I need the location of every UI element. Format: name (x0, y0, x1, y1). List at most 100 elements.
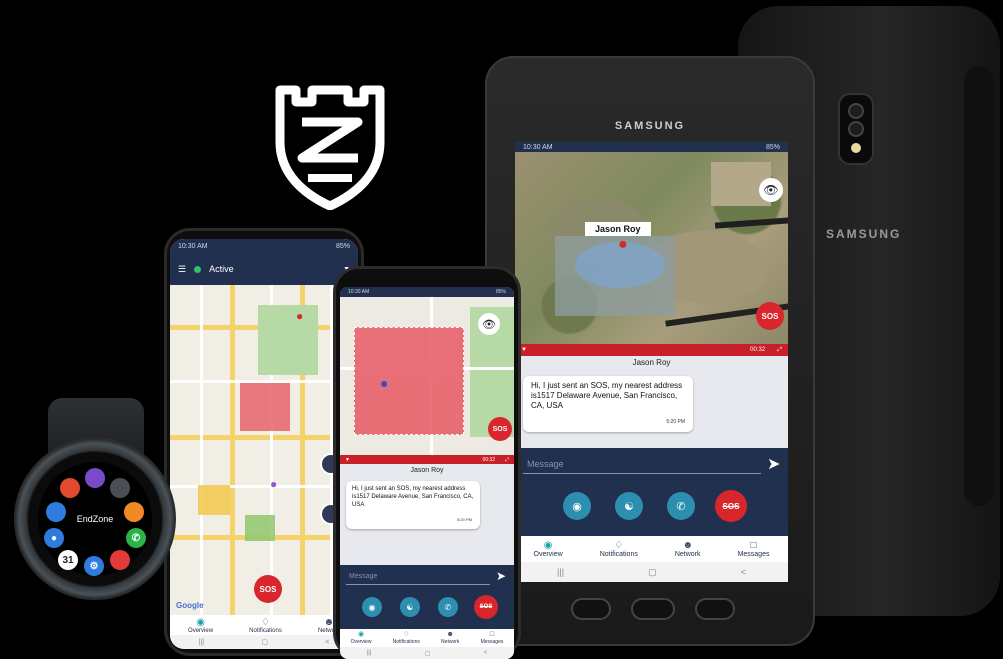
back-icon[interactable]: < (741, 567, 746, 577)
geofence-zone[interactable] (354, 327, 464, 435)
phone-icon[interactable]: ✆ (126, 528, 146, 548)
phone-left-statusbar: 10:30 AM 85% (170, 239, 358, 253)
recents-icon[interactable]: ||| (557, 567, 564, 577)
back-icon[interactable]: < (484, 650, 488, 656)
tablet-device: SAMSUNG 10:30 AM 85% Jason Roy ● 👁 SOS ▼… (485, 56, 815, 646)
map-sos-button[interactable]: SOS (254, 575, 282, 603)
message-time: 5:20 PM (666, 419, 685, 425)
location-pin-icon: ◉ (196, 616, 205, 628)
call-button[interactable]: ✆ (438, 597, 458, 617)
recents-icon[interactable]: ||| (199, 639, 204, 646)
status-label: Active (209, 264, 234, 274)
nav-messages[interactable]: □ Messages (481, 631, 504, 645)
contact-name: Jason Roy (632, 358, 671, 367)
message-input[interactable]: Message (346, 571, 490, 585)
chevron-down-icon[interactable]: ▼ (521, 347, 527, 353)
menu-icon[interactable]: ☰ (178, 264, 186, 275)
bell-icon: ♢ (403, 631, 410, 638)
compose-panel: Message ➤ ◉ ☯ ✆ SOS (515, 448, 788, 536)
cancel-sos-button[interactable]: SOS (474, 595, 498, 619)
message-bubble: Hi, I just sent an SOS, my nearest addre… (346, 481, 480, 529)
audio-button[interactable]: ☯ (400, 597, 420, 617)
message-bubble: Hi, I just sent an SOS, my nearest addre… (523, 376, 693, 432)
phone-mid-system-nav: ||| ▢ < (340, 647, 514, 659)
person-marker-icon: ● (296, 309, 304, 323)
tablet-statusbar: 10:30 AM 85% (515, 142, 788, 152)
nav-network[interactable]: ☻ Network (441, 631, 459, 645)
contact-name: Jason Roy (410, 467, 444, 474)
app-icon[interactable] (124, 502, 144, 522)
person-marker-icon: ● (380, 375, 389, 391)
map-sos-button[interactable]: SOS (488, 417, 512, 441)
cancel-sos-button[interactable]: SOS (715, 490, 747, 522)
map-sos-button[interactable]: SOS (756, 302, 784, 330)
chat-bubble-icon: □ (750, 540, 757, 551)
calendar-icon[interactable]: 31 (58, 550, 78, 570)
message-time: 5:20 PM (457, 517, 472, 522)
phone-mid-map[interactable]: ● 👁 SOS (340, 297, 514, 455)
message-text: Hi, I just sent an SOS, my nearest addre… (531, 381, 683, 410)
back-icon[interactable]: < (325, 639, 329, 646)
home-icon[interactable]: ▢ (261, 638, 268, 646)
phone-middle: 10:30 AM 85% ● 👁 SOS ▼ 00:32 ⤢ Jason Roy… (333, 266, 521, 659)
nav-overview[interactable]: ◉ Overview (188, 617, 213, 634)
app-icon[interactable] (60, 478, 80, 498)
street-map[interactable]: ● ● SOS Google (170, 285, 358, 615)
nav-notifications[interactable]: ♢ Notifications (600, 540, 638, 558)
nav-notifications[interactable]: ♢ Notifications (393, 631, 420, 645)
back-hw-key[interactable] (695, 598, 735, 620)
geofence-zone[interactable] (240, 383, 290, 431)
person-icon: ☻ (682, 540, 693, 551)
status-dot-icon (194, 265, 202, 273)
eye-icon[interactable]: 👁 (478, 313, 500, 335)
bell-icon: ♢ (614, 540, 624, 551)
expand-icon[interactable]: ⤢ (505, 457, 509, 463)
status-time: 10:30 AM (523, 143, 553, 151)
app-icon[interactable] (46, 502, 66, 522)
send-icon[interactable]: ➤ (496, 569, 506, 583)
chevron-down-icon[interactable]: ▼ (345, 457, 350, 463)
compose-panel: Message ➤ ◉ ☯ ✆ SOS (340, 565, 514, 629)
nav-overview[interactable]: ◉ Overview (534, 540, 563, 558)
person-icon: ☻ (446, 631, 454, 638)
camera-icon: ◉ (572, 500, 582, 513)
geofence-zone[interactable] (198, 485, 230, 515)
home-icon[interactable]: ▢ (425, 650, 431, 657)
home-hw-key[interactable] (631, 598, 675, 620)
person-marker-icon: ● (618, 236, 628, 253)
satellite-map[interactable]: Jason Roy ● 👁 SOS (515, 152, 788, 344)
headphones-icon: ☯ (406, 602, 414, 612)
headphones-icon: ☯ (624, 500, 634, 513)
call-button[interactable]: ✆ (667, 492, 695, 520)
app-icon[interactable] (110, 478, 130, 498)
app-icon[interactable] (85, 468, 105, 488)
home-icon[interactable]: ▢ (648, 567, 657, 578)
phone-left-system-nav: ||| ▢ < (170, 635, 358, 649)
microphone-icon[interactable]: ● (44, 528, 64, 548)
geofence-zone[interactable] (245, 515, 275, 541)
tablet-brand: SAMSUNG (614, 120, 686, 132)
sos-timer: 00:32 (750, 347, 766, 353)
map-person-label: Jason Roy (585, 222, 651, 236)
nav-messages[interactable]: □ Messages (738, 540, 770, 558)
nav-network[interactable]: ☻ Network (675, 540, 701, 558)
camera-button[interactable]: ◉ (362, 597, 382, 617)
eye-icon[interactable]: 👁 (759, 178, 783, 202)
nav-overview[interactable]: ◉ Overview (351, 631, 372, 645)
phone-mid-statusbar: 10:30 AM 85% (340, 287, 514, 297)
recents-icon[interactable]: ||| (367, 650, 372, 656)
watch-face: EndZone ● ✆ 31 ⚙ (38, 462, 152, 576)
nav-notifications[interactable]: ♢ Notifications (249, 617, 282, 634)
app-icon[interactable] (110, 550, 130, 570)
message-input[interactable]: Message (523, 456, 761, 474)
send-icon[interactable]: ➤ (767, 454, 780, 474)
tablet-camera (838, 93, 874, 165)
phone-left-header: ☰ Active ▼ (170, 253, 358, 285)
sos-status-bar: ▼ 00:32 ⤢ (515, 344, 788, 356)
audio-button[interactable]: ☯ (615, 492, 643, 520)
tablet-system-nav: ||| ▢ < (515, 562, 788, 582)
recents-hw-key[interactable] (571, 598, 611, 620)
camera-button[interactable]: ◉ (563, 492, 591, 520)
expand-icon[interactable]: ⤢ (777, 347, 782, 354)
settings-icon[interactable]: ⚙ (84, 556, 104, 576)
